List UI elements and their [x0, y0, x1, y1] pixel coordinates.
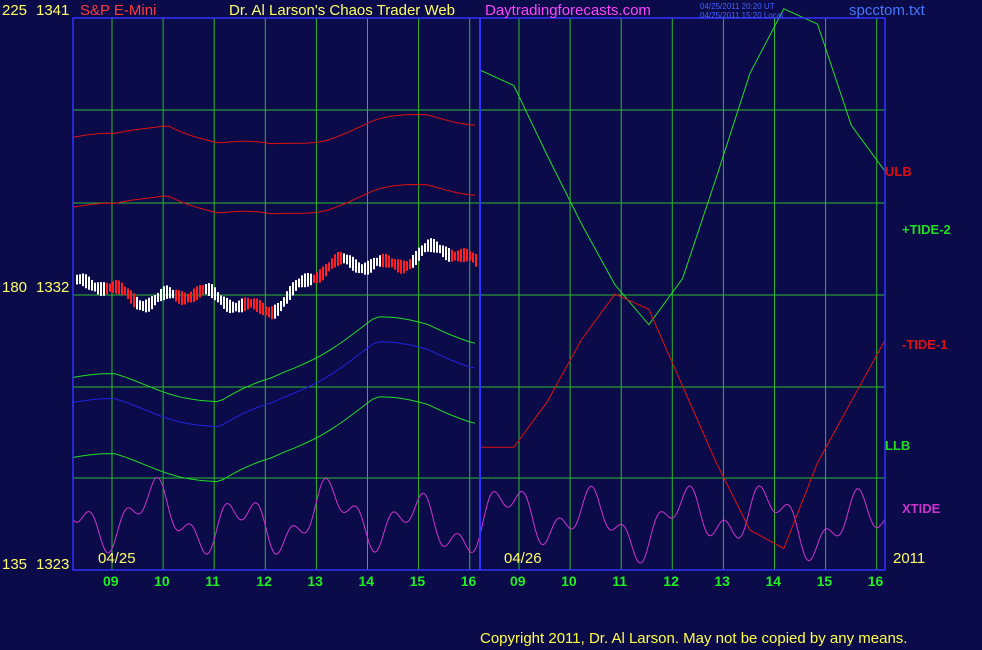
x-tick-label: 14	[765, 573, 782, 589]
tide-lines	[479, 8, 886, 550]
average-line	[72, 341, 476, 428]
symbol-label: S&P E-Mini	[80, 2, 157, 19]
tide2-line	[479, 8, 886, 326]
x-tick-label: 13	[714, 573, 730, 589]
x-tick-label: 16	[867, 573, 884, 589]
time-local-label: 04/25/2011 15:20 Local	[700, 11, 784, 20]
x-tick-label: 12	[663, 573, 679, 589]
lower-band-line	[72, 316, 476, 403]
ulb-line	[72, 113, 476, 145]
x-tick-label: 13	[307, 573, 323, 589]
x-tick-label: 14	[358, 573, 375, 589]
price-bars	[76, 238, 477, 320]
year-label: 2011	[893, 550, 926, 567]
site-label: Daytradingforecasts.com	[485, 2, 651, 19]
time-ut-label: 04/25/2011 20:20 UT	[700, 2, 775, 11]
file-label: spcctom.txt	[849, 2, 925, 19]
x-tick-label: 11	[205, 573, 220, 589]
axis-bottom-left: 135	[2, 556, 28, 573]
x-tick-label: 11	[612, 573, 627, 589]
copyright-label: Copyright 2011, Dr. Al Larson. May not b…	[480, 630, 908, 647]
x-tick-label: 16	[460, 573, 477, 589]
axis-mid-right: 1332	[36, 279, 70, 296]
axis-bottom-right: 1323	[36, 556, 70, 573]
axis-top-right: 1341	[36, 2, 70, 19]
date-left: 04/25	[98, 550, 136, 567]
x-tick-label: 12	[256, 573, 272, 589]
series-label-ulb: ULB	[885, 164, 912, 179]
series-label-llb: LLB	[885, 438, 911, 453]
series-label-tide1: -TIDE-1	[902, 337, 948, 352]
x-tick-label: 10	[154, 573, 170, 589]
upper-band-line	[72, 183, 476, 215]
chart	[72, 8, 886, 571]
axis-top-left: 225	[2, 2, 28, 19]
llb-line	[72, 396, 476, 483]
x-tick-label: 15	[816, 573, 833, 589]
x-tick-label: 15	[409, 573, 426, 589]
title-label: Dr. Al Larson's Chaos Trader Web	[229, 2, 456, 19]
tide1-line	[480, 293, 886, 550]
axis-mid-left: 180	[2, 279, 28, 296]
x-tick-label: 10	[561, 573, 577, 589]
x-tick-label: 09	[510, 573, 526, 589]
series-label-tide2: +TIDE-2	[902, 222, 951, 237]
date-mid: 04/26	[504, 550, 542, 567]
series-label-xtide: XTIDE	[902, 501, 941, 516]
x-tick-label: 09	[103, 573, 119, 589]
